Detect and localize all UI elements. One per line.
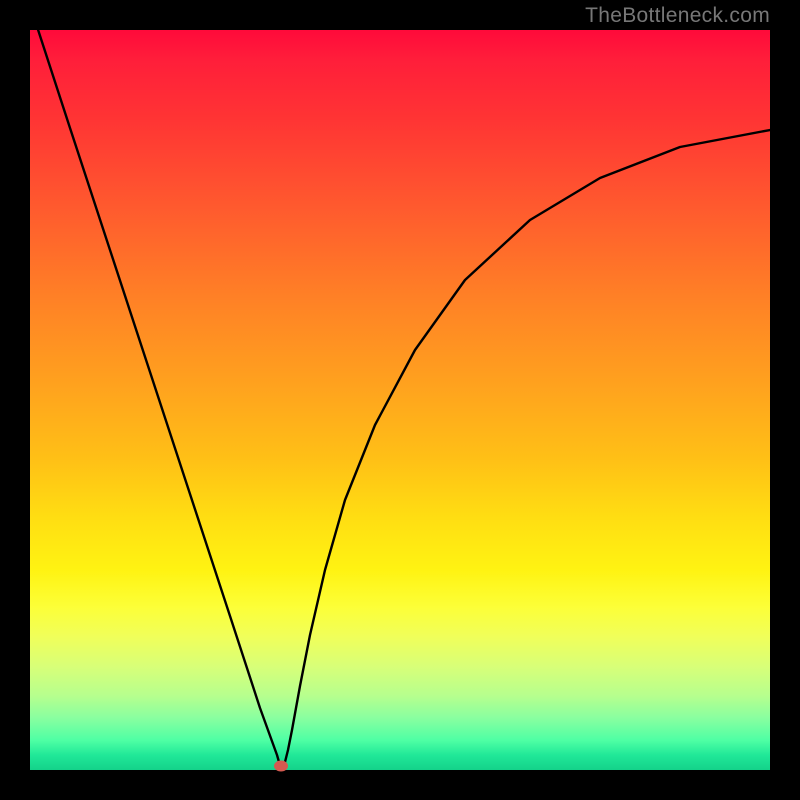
curve-path	[30, 30, 770, 765]
bottleneck-curve	[30, 30, 770, 770]
minimum-marker-dot	[274, 761, 288, 772]
gradient-plot-area	[30, 30, 770, 770]
watermark-text: TheBottleneck.com	[585, 4, 770, 28]
chart-frame: TheBottleneck.com	[0, 0, 800, 800]
